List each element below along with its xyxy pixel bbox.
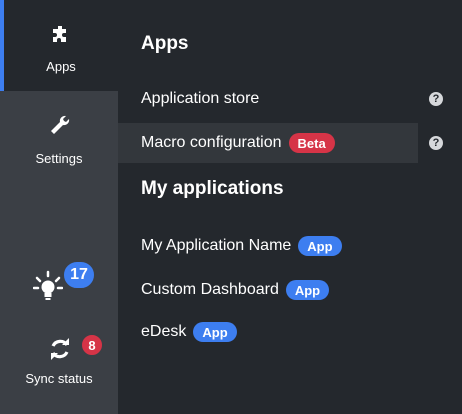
menu-item-custom-dashboard[interactable]: Custom Dashboard App [118,270,418,310]
menu-item-label: Application store [141,90,260,107]
notification-count-badge: 17 [62,260,96,290]
menu-item-application-store[interactable]: Application store [118,79,418,119]
apps-menu-panel: Apps Application store ? Macro configura… [118,0,462,414]
rail-item-sync-status[interactable]: 8 Sync status [0,333,118,393]
rail-item-settings[interactable]: Settings [0,103,118,181]
puzzle-icon [50,24,72,51]
menu-item-label: Macro configuration [141,134,282,151]
wrench-icon [48,113,70,140]
beta-badge: Beta [288,133,335,153]
apps-section-title: Apps [141,33,189,54]
menu-item-my-application-name[interactable]: My Application Name App [118,226,418,266]
left-rail: Apps Settings 17 8 Sync status [0,0,118,414]
rail-label-settings: Settings [35,151,83,166]
app-badge: App [285,280,330,300]
rail-label-apps: Apps [46,59,76,74]
my-applications-title: My applications [141,178,284,199]
menu-item-label: eDesk [141,323,187,340]
lightbulb-icon [32,270,64,307]
app-badge: App [298,236,342,256]
menu-item-macro-configuration[interactable]: Macro configuration Beta [118,123,418,163]
menu-item-label: Custom Dashboard [141,281,279,298]
rail-item-notifications[interactable]: 17 [0,260,118,310]
menu-item-edesk[interactable]: eDesk App [118,312,418,352]
rail-item-apps[interactable]: Apps [0,0,118,91]
sync-icon [48,337,72,366]
rail-label-sync-status: Sync status [25,371,93,386]
help-icon[interactable]: ? [429,136,443,150]
help-icon[interactable]: ? [429,92,443,106]
menu-item-label: My Application Name [141,237,292,254]
app-badge: App [193,322,237,342]
sync-count-badge: 8 [80,333,104,357]
